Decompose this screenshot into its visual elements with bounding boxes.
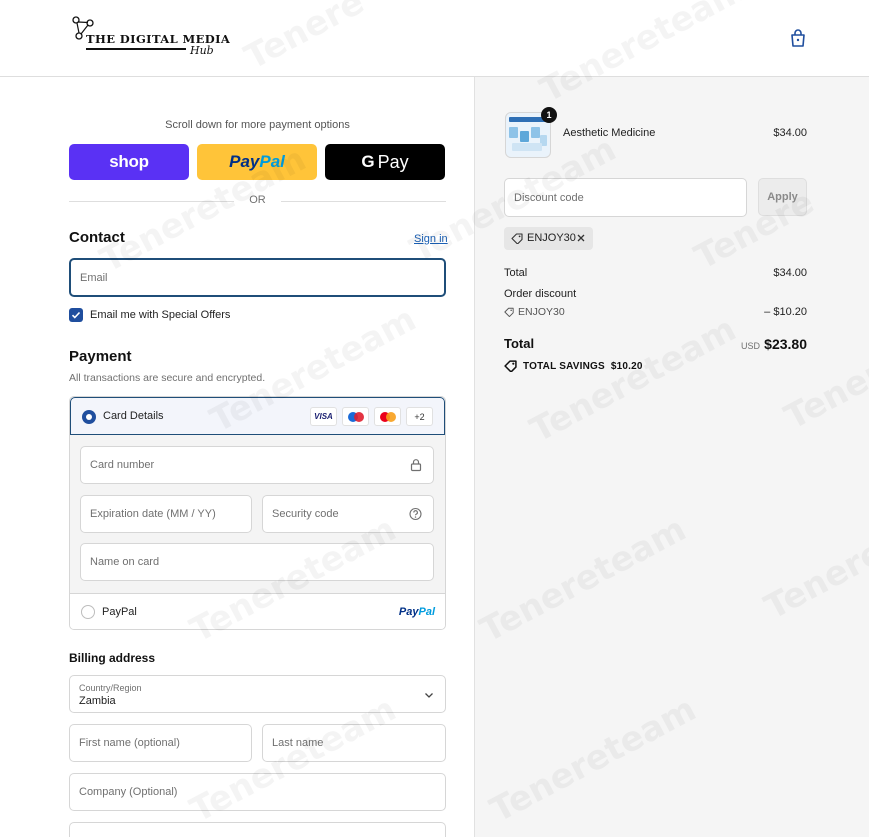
payment-title: Payment bbox=[69, 348, 132, 365]
tag-icon bbox=[511, 233, 523, 244]
subtotal-label: Total bbox=[504, 267, 528, 279]
logo-subtitle: Hub bbox=[190, 44, 214, 57]
discount-code-input[interactable]: Discount code bbox=[504, 178, 747, 217]
or-divider: OR bbox=[69, 194, 446, 208]
billing-address-title: Billing address bbox=[69, 651, 156, 665]
shop-pay-button[interactable]: shop bbox=[69, 144, 189, 180]
company-placeholder: Company (Optional) bbox=[79, 786, 178, 798]
visa-icon: VISA bbox=[310, 407, 337, 426]
payment-subtitle: All transactions are secure and encrypte… bbox=[69, 372, 266, 384]
paypal-option[interactable]: PayPal PayPal bbox=[70, 593, 445, 629]
product-price: $34.00 bbox=[773, 127, 807, 139]
special-offers-label: Email me with Special Offers bbox=[90, 309, 231, 321]
paypal-radio[interactable] bbox=[81, 605, 95, 619]
company-input[interactable]: Company (Optional) bbox=[69, 773, 446, 811]
last-name-placeholder: Last name bbox=[272, 737, 324, 749]
google-pay-label: Pay bbox=[377, 151, 409, 172]
more-cards-badge: +2 bbox=[406, 407, 433, 426]
card-number-input[interactable]: Card number bbox=[80, 446, 434, 484]
total-savings: TOTAL SAVINGS $10.20 bbox=[523, 361, 643, 372]
grand-total-value: $23.80 bbox=[764, 336, 807, 352]
name-on-card-input[interactable]: Name on card bbox=[80, 543, 434, 581]
currency-code: USD bbox=[741, 341, 761, 351]
country-select[interactable]: Country/Region Zambia bbox=[69, 675, 446, 713]
order-discount-value: – $10.20 bbox=[764, 306, 807, 318]
store-logo[interactable]: THE DIGITAL MEDIA Hub bbox=[70, 14, 230, 60]
subtotal-value: $34.00 bbox=[773, 267, 807, 279]
mastercard-icon bbox=[374, 407, 401, 426]
discount-code-placeholder: Discount code bbox=[514, 191, 584, 204]
paypal-label-a: Pay bbox=[229, 152, 260, 171]
scroll-hint: Scroll down for more payment options bbox=[165, 119, 350, 131]
shopping-bag-icon[interactable] bbox=[788, 28, 808, 48]
address-input[interactable] bbox=[69, 822, 446, 837]
special-offers-checkbox[interactable] bbox=[69, 308, 83, 322]
grand-total-label: Total bbox=[504, 336, 535, 351]
card-radio[interactable] bbox=[82, 410, 96, 424]
card-details-label: Card Details bbox=[103, 410, 164, 422]
quantity-badge: 1 bbox=[541, 107, 557, 123]
security-code-placeholder: Security code bbox=[272, 508, 339, 520]
email-input[interactable]: Email bbox=[69, 258, 446, 297]
order-discount-code: ENJOY30 bbox=[518, 306, 565, 318]
first-name-input[interactable]: First name (optional) bbox=[69, 724, 252, 762]
first-name-placeholder: First name (optional) bbox=[79, 737, 180, 749]
savings-tag-icon bbox=[504, 360, 517, 372]
google-g-icon: G bbox=[361, 152, 375, 171]
applied-discount-chip: ENJOY30 bbox=[504, 227, 593, 250]
security-code-input[interactable]: Security code bbox=[262, 495, 434, 533]
card-number-placeholder: Card number bbox=[90, 459, 155, 471]
name-on-card-placeholder: Name on card bbox=[90, 556, 160, 568]
paypal-option-label: PayPal bbox=[102, 606, 137, 618]
logo-underline bbox=[86, 48, 186, 50]
or-text: OR bbox=[249, 194, 266, 206]
checkmark-icon bbox=[71, 311, 81, 319]
google-pay-button[interactable]: G Pay bbox=[325, 144, 445, 180]
help-icon[interactable] bbox=[409, 507, 422, 521]
country-label: Country/Region bbox=[79, 683, 142, 693]
country-value: Zambia bbox=[79, 695, 116, 707]
product-name: Aesthetic Medicine bbox=[563, 127, 656, 139]
applied-discount-code: ENJOY30 bbox=[527, 232, 576, 244]
maestro-icon bbox=[342, 407, 369, 426]
expiration-date-placeholder: Expiration date (MM / YY) bbox=[90, 508, 216, 520]
chevron-down-icon bbox=[425, 693, 433, 698]
apply-discount-button[interactable]: Apply bbox=[758, 178, 807, 216]
paypal-logo-icon: PayPal bbox=[398, 606, 435, 618]
paypal-express-button[interactable]: Pay Pal bbox=[197, 144, 317, 180]
card-details-option[interactable]: Card Details VISA +2 bbox=[70, 397, 445, 435]
header: THE DIGITAL MEDIA Hub bbox=[0, 0, 869, 77]
order-discount-label: Order discount bbox=[504, 288, 577, 300]
sign-in-link[interactable]: Sign in bbox=[414, 233, 448, 245]
shop-pay-label: shop bbox=[109, 152, 149, 171]
paypal-label-b: Pal bbox=[259, 152, 285, 171]
close-icon[interactable] bbox=[576, 233, 586, 243]
expiration-date-input[interactable]: Expiration date (MM / YY) bbox=[80, 495, 252, 533]
contact-title: Contact bbox=[69, 229, 125, 246]
last-name-input[interactable]: Last name bbox=[262, 724, 446, 762]
email-placeholder: Email bbox=[80, 271, 108, 284]
discount-tag-icon bbox=[504, 307, 514, 317]
lock-icon bbox=[410, 459, 422, 472]
